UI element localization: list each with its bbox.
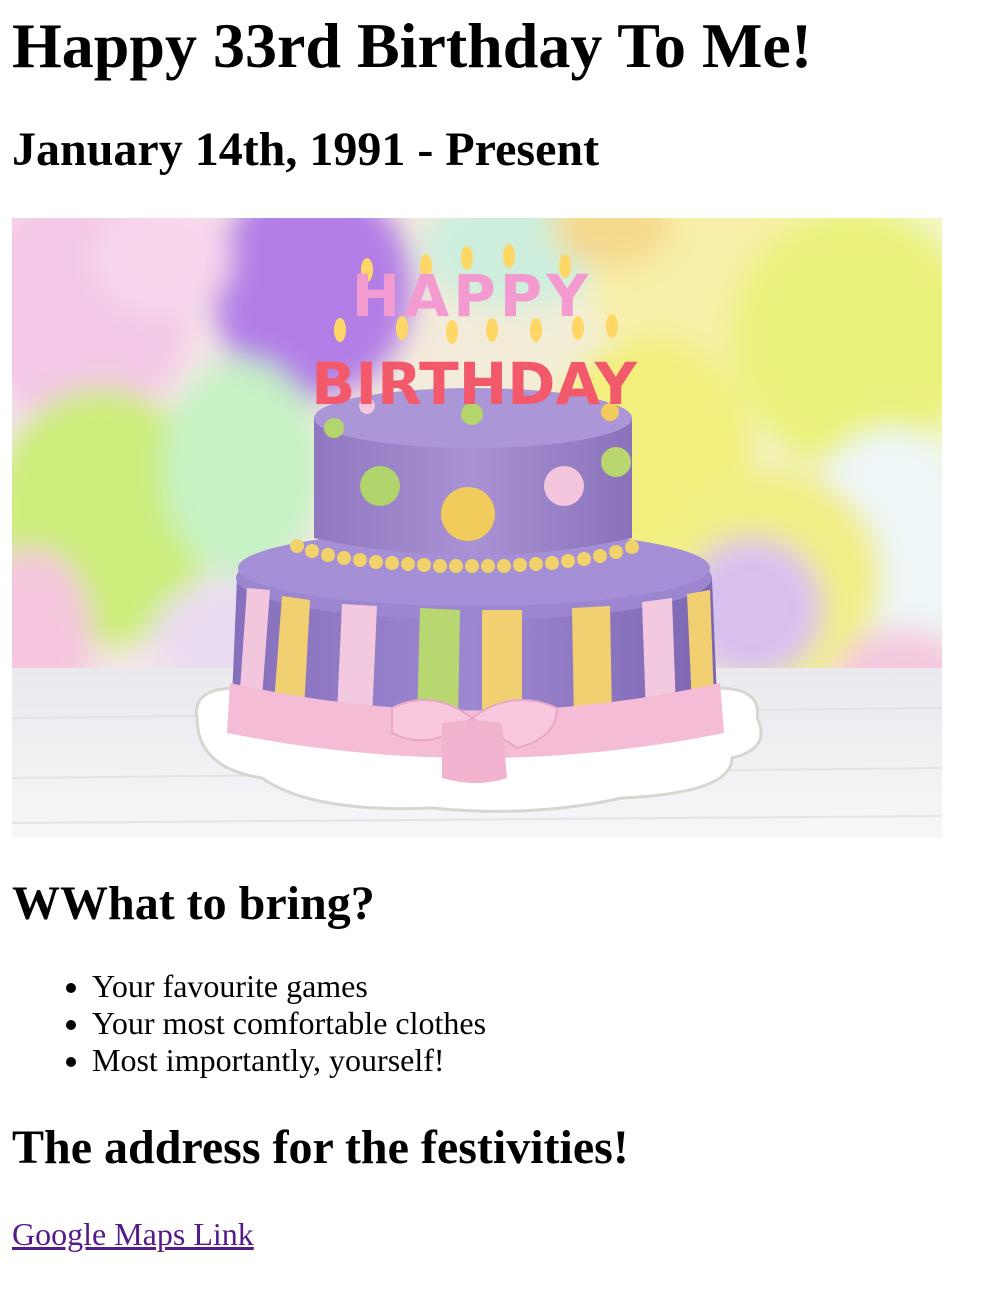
candle-text-bottom: BIRTHDAY bbox=[311, 350, 637, 418]
what-to-bring-heading: WWhat to bring? bbox=[12, 877, 375, 930]
page-title: Happy 33rd Birthday To Me! bbox=[12, 10, 813, 81]
google-maps-link[interactable]: Google Maps Link bbox=[12, 1214, 254, 1254]
what-to-bring-list: Your favourite games Your most comfortab… bbox=[12, 968, 486, 1079]
birthday-cake-image: HAPPY BIRTHDAY bbox=[12, 218, 942, 838]
address-heading: The address for the festivities! bbox=[12, 1121, 629, 1174]
cake-illustration: HAPPY BIRTHDAY bbox=[12, 218, 942, 838]
page-subtitle: January 14th, 1991 - Present bbox=[12, 123, 600, 176]
list-item: Your most comfortable clothes bbox=[92, 1005, 486, 1042]
list-item: Your favourite games bbox=[92, 968, 486, 1005]
candle-text-top: HAPPY bbox=[352, 262, 592, 330]
list-item: Most importantly, yourself! bbox=[92, 1042, 486, 1079]
